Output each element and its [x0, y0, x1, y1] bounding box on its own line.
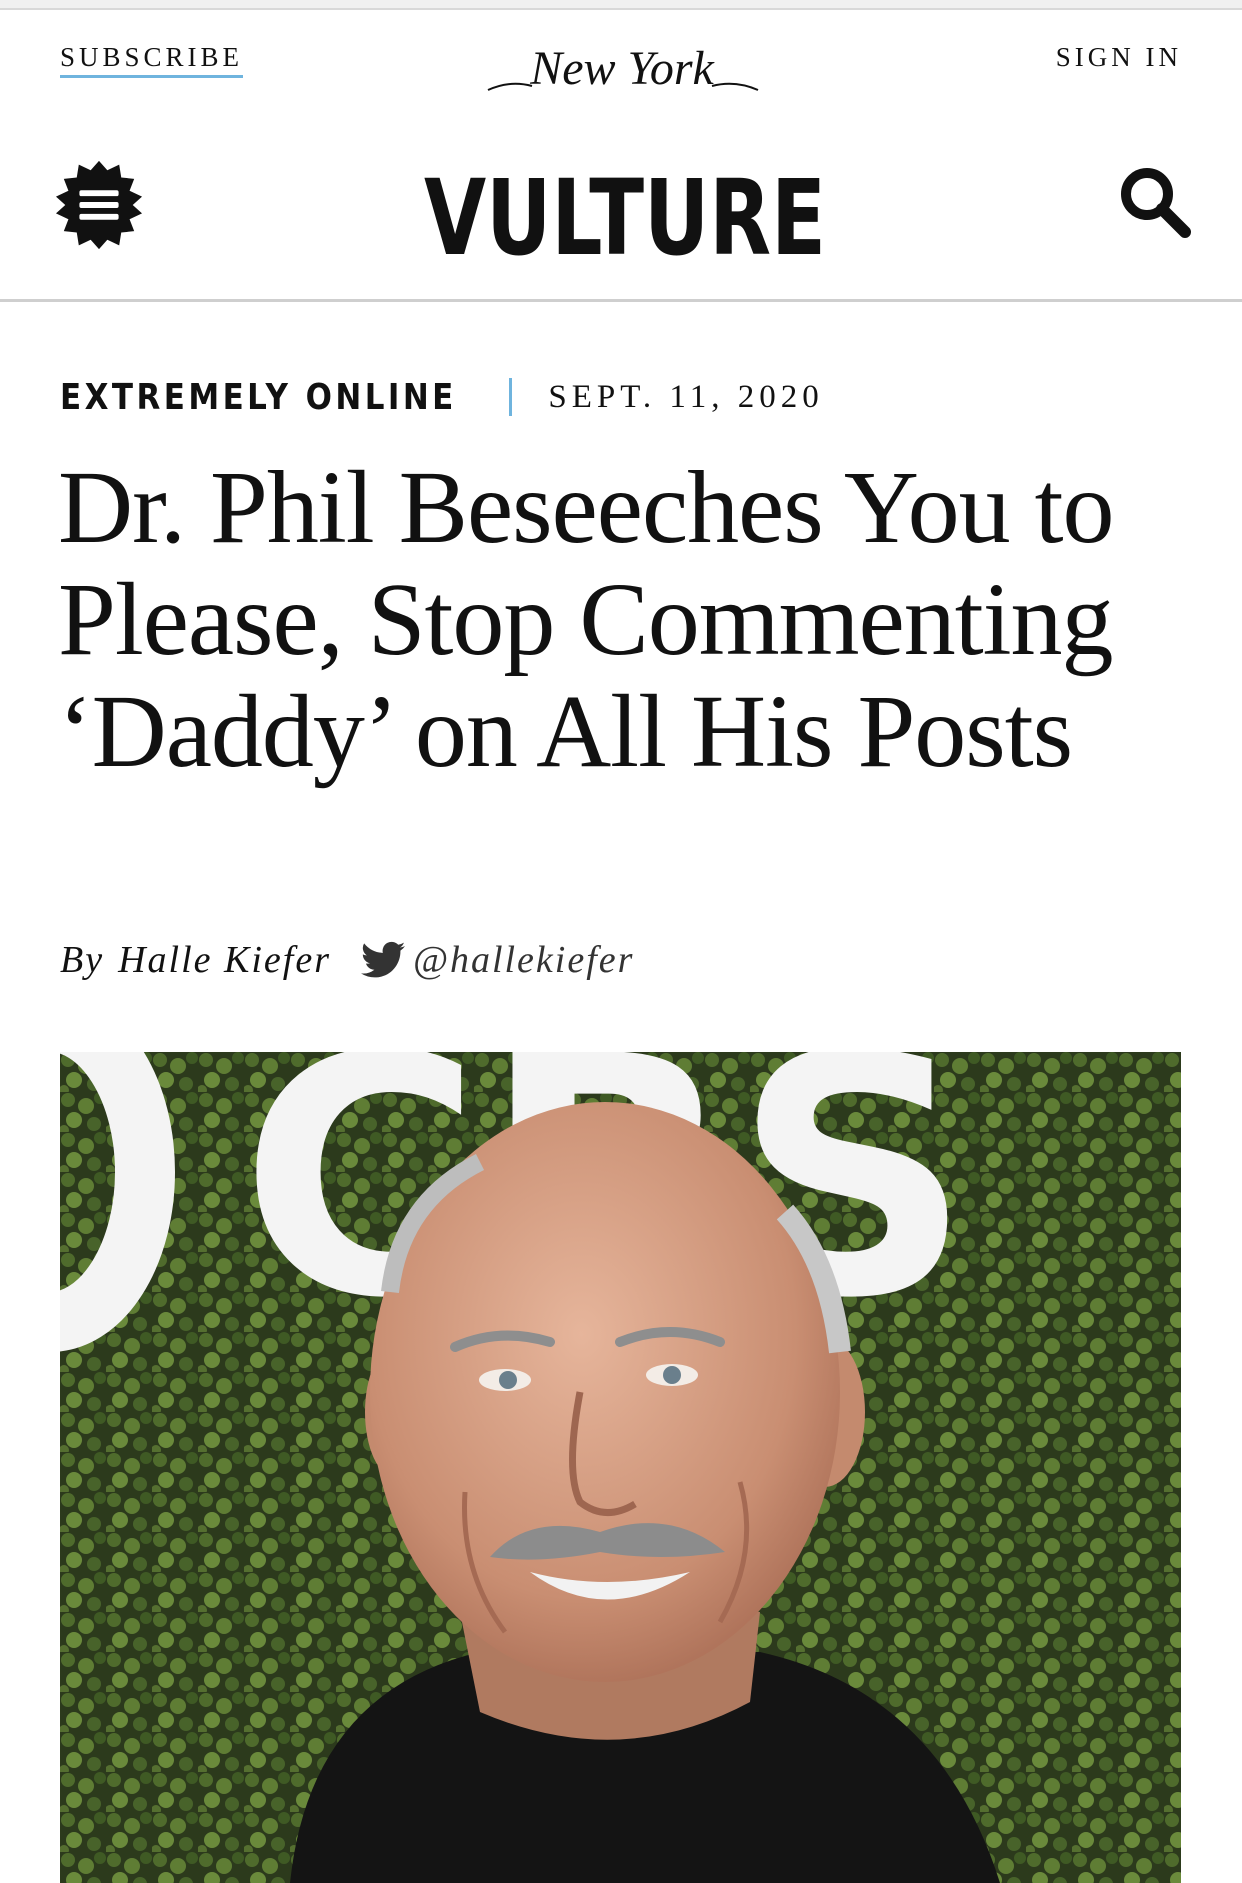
hero-image[interactable]: CBS — [60, 1052, 1181, 1883]
new-york-logo[interactable]: New York — [480, 32, 765, 112]
vulture-logo[interactable]: VULTURE — [420, 146, 830, 276]
article-meta: EXTREMELY ONLINE SEPT. 11, 2020 — [60, 374, 824, 420]
utility-bar: SUBSCRIBE New York SIGN IN — [0, 10, 1242, 120]
hamburger-menu-icon[interactable] — [50, 156, 148, 254]
search-icon[interactable] — [1115, 162, 1195, 242]
subscribe-link[interactable]: SUBSCRIBE — [60, 42, 244, 78]
hero-photo: CBS — [60, 1052, 1181, 1883]
byline: By Halle Kiefer @hallekiefer — [60, 938, 634, 982]
browser-top-edge — [0, 0, 1242, 10]
byline-prefix: By — [60, 939, 105, 981]
publish-date: SEPT. 11, 2020 — [548, 378, 824, 415]
headline: Dr. Phil Beseeches You to Please, Stop C… — [58, 450, 1114, 789]
author-twitter-link[interactable]: @hallekiefer — [360, 938, 635, 982]
twitter-icon — [360, 941, 405, 978]
twitter-handle: @hallekiefer — [412, 939, 635, 981]
sign-in-link[interactable]: SIGN IN — [1056, 42, 1182, 73]
new-york-logo-text: New York — [529, 42, 715, 95]
rubric-link[interactable]: EXTREMELY ONLINE — [60, 377, 457, 418]
meta-separator — [509, 378, 513, 416]
brand-bar: VULTURE — [0, 120, 1242, 302]
vulture-logo-text: VULTURE — [424, 157, 826, 276]
author-name[interactable]: Halle Kiefer — [118, 938, 331, 982]
